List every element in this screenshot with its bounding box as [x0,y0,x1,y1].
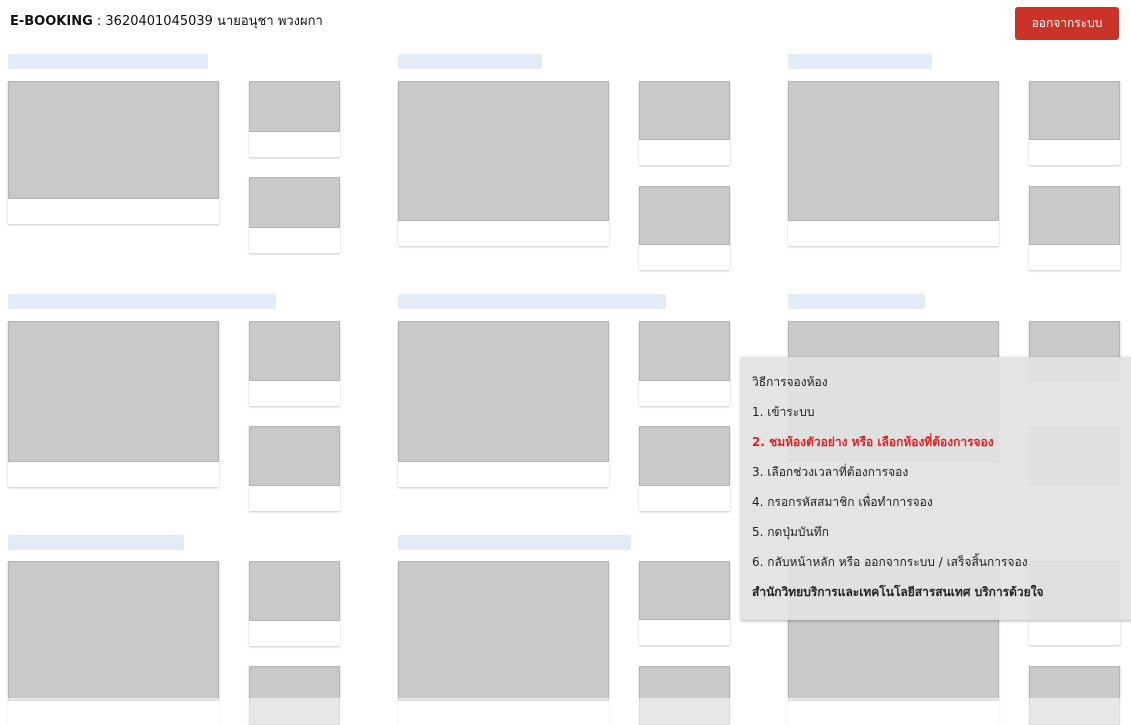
room-title[interactable] [8,535,184,550]
room-thumb-card[interactable] [639,186,730,270]
room-thumb-card[interactable] [639,321,730,406]
instruction-step: 6. กลับหน้าหลัก หรือ ออกจากระบบ / เสร็จส… [752,555,1028,569]
placeholder [8,321,219,462]
room-main-card[interactable] [8,321,219,487]
page-header: E-BOOKING : 3620401045039 นายอนุชา พวงผก… [10,10,323,31]
placeholder [249,426,340,486]
instructions-footer: สำนักวิทยบริการและเทคโนโลยีสารสนเทศ บริก… [752,585,1044,599]
room-main-card[interactable] [8,81,219,224]
instruction-step-active: 2. ชมห้องตัวอย่าง หรือ เลือกห้องที่ต้องก… [752,435,994,449]
room-thumb-card[interactable] [249,81,340,157]
placeholder [788,81,999,221]
room-thumb-card[interactable] [249,177,340,253]
room-main-card[interactable] [398,81,609,246]
room-thumb-card[interactable] [249,561,340,646]
placeholder [249,81,340,132]
instruction-step: 5. กดปุ่มบันทึก [752,525,829,539]
bottom-fade [0,698,1131,725]
room-title[interactable] [8,294,276,309]
placeholder [8,81,219,199]
room-title[interactable] [788,294,925,309]
placeholder [398,321,609,462]
room-title[interactable] [788,54,932,69]
placeholder [1029,186,1120,245]
placeholder [249,321,340,381]
placeholder [398,561,609,701]
room-thumb-card[interactable] [1029,81,1120,165]
placeholder [639,186,730,245]
room-title[interactable] [398,294,666,309]
instructions-title: วิธีการจองห้อง [752,375,828,389]
instruction-step: 1. เข้าระบบ [752,405,815,419]
room-thumb-card[interactable] [639,426,730,511]
room-main-card[interactable] [788,81,999,246]
header-separator: : [92,14,106,29]
room-thumb-card[interactable] [1029,186,1120,270]
room-title[interactable] [8,54,208,69]
room-thumb-card[interactable] [249,426,340,511]
room-thumb-card[interactable] [639,561,730,645]
placeholder [1029,81,1120,140]
placeholder [398,81,609,221]
room-thumb-card[interactable] [249,321,340,406]
user-name: 3620401045039 นายอนุชา พวงผกา [105,14,323,29]
instruction-step: 4. กรอกรหัสสมาชิก เพื่อทำการจอง [752,495,933,509]
placeholder [8,561,219,701]
placeholder [639,321,730,381]
placeholder [639,426,730,486]
room-thumb-card[interactable] [639,81,730,165]
placeholder [249,177,340,228]
room-title[interactable] [398,54,542,69]
booking-instructions-panel: วิธีการจองห้อง 1. เข้าระบบ 2. ชมห้องตัวอ… [741,357,1131,620]
logout-button[interactable]: ออกจากระบบ [1015,7,1119,40]
placeholder [639,81,730,140]
instruction-step: 3. เลือกช่วงเวลาที่ต้องการจอง [752,465,909,479]
placeholder [249,561,340,621]
room-title[interactable] [398,535,631,550]
placeholder [639,561,730,620]
app-brand: E-BOOKING [10,14,93,29]
room-main-card[interactable] [398,321,609,487]
